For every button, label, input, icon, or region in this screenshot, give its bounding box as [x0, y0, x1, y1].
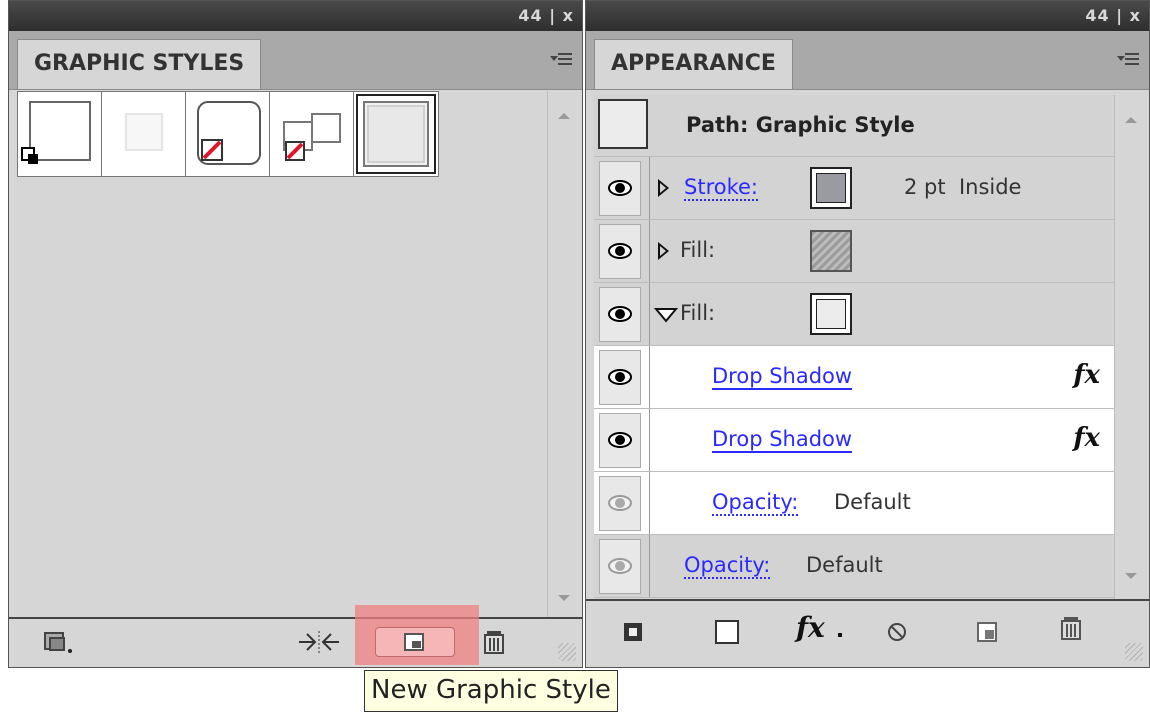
stroke-color-swatch[interactable] [810, 167, 852, 209]
resize-grip[interactable] [1125, 643, 1143, 661]
expand-triangle-inner [660, 183, 666, 193]
new-graphic-style-button[interactable] [375, 627, 455, 657]
graphic-style-swatches [17, 91, 439, 177]
new-graphic-style-tooltip: New Graphic Style [364, 670, 618, 712]
drop-shadow-row-1[interactable]: Drop Shadow fx [594, 346, 1114, 409]
panel-controls[interactable]: 44 | x [1085, 6, 1141, 25]
rounded-style-swatch[interactable] [186, 92, 270, 176]
visibility-eye-icon[interactable] [599, 224, 641, 279]
stroke-value: 2 pt Inside [904, 175, 1022, 199]
visibility-eye-icon[interactable] [599, 350, 641, 405]
column-divider [649, 472, 650, 534]
appearance-header-title: Path: Graphic Style [686, 113, 915, 137]
column-divider [649, 283, 650, 345]
fill-opacity-row[interactable]: Opacity: Default [594, 472, 1114, 535]
split-style-icon [283, 113, 341, 161]
appearance-panel: 44 | x APPEARANCE Path: Graphic Style St… [585, 0, 1150, 668]
tab-row: APPEARANCE [586, 31, 1149, 90]
scroll-up-arrow-icon[interactable] [1125, 117, 1137, 123]
fx-icon[interactable]: fx [1073, 423, 1100, 453]
column-divider [649, 220, 650, 282]
drop-shadow-link[interactable]: Drop Shadow [712, 427, 853, 453]
break-link-icon[interactable] [295, 629, 343, 655]
rounded-style-icon [197, 101, 261, 165]
object-thumbnail [598, 99, 648, 149]
stroke-row[interactable]: Stroke: 2 pt Inside [594, 157, 1114, 220]
column-divider [649, 409, 650, 471]
scroll-up-arrow-icon[interactable] [558, 113, 570, 119]
split-style-swatch[interactable] [270, 92, 354, 176]
graphic-styles-panel: 44 | x GRAPHIC STYLES [8, 0, 583, 668]
expand-triangle-inner [660, 246, 666, 256]
delete-item-trash-icon[interactable] [1056, 615, 1086, 641]
stroke-label-link[interactable]: Stroke: [684, 175, 758, 201]
panel-menu-icon[interactable] [550, 51, 572, 67]
resize-grip[interactable] [558, 643, 576, 661]
column-divider [649, 535, 650, 597]
gs-footer-toolbar [9, 605, 582, 667]
panel-controls[interactable]: 44 | x [518, 6, 574, 25]
visibility-eye-icon[interactable] [599, 476, 641, 531]
add-new-effect-button[interactable]: fx [796, 611, 846, 644]
fx-icon[interactable]: fx [1073, 360, 1100, 390]
drop-shadow-row-2[interactable]: Drop Shadow fx [594, 409, 1114, 472]
ap-footer-toolbar: fx [586, 599, 1149, 667]
collapse-triangle-icon[interactable] [654, 307, 678, 323]
opacity-value: Default [806, 553, 883, 577]
appearance-header-row: Path: Graphic Style [594, 95, 1114, 157]
delete-style-trash-icon[interactable] [479, 629, 509, 655]
shadow-style-icon [125, 113, 163, 151]
opacity-value: Default [834, 490, 911, 514]
tab-appearance[interactable]: APPEARANCE [594, 39, 793, 89]
shadow-style-swatch[interactable] [102, 92, 186, 176]
scroll-down-arrow-icon[interactable] [558, 595, 570, 601]
column-divider [649, 346, 650, 408]
add-new-stroke-icon[interactable] [618, 619, 648, 645]
fill-row-1[interactable]: Fill: [594, 220, 1114, 283]
menu-dot-icon [838, 633, 842, 637]
panel-menu-icon[interactable] [1117, 51, 1139, 67]
duplicate-item-icon[interactable] [972, 619, 1002, 645]
opacity-link[interactable]: Opacity: [684, 553, 771, 579]
add-new-fill-icon[interactable] [712, 619, 742, 645]
visibility-eye-icon[interactable] [599, 287, 641, 342]
visibility-eye-icon[interactable] [599, 413, 641, 468]
panel-titlebar: 44 | x [586, 1, 1149, 31]
panel-titlebar: 44 | x [9, 1, 582, 31]
tab-row: GRAPHIC STYLES [9, 31, 582, 90]
tab-graphic-styles[interactable]: GRAPHIC STYLES [17, 39, 262, 89]
selected-style-icon [356, 94, 436, 174]
style-libraries-menu-icon[interactable] [43, 629, 73, 655]
fill-row-2[interactable]: Fill: [594, 283, 1114, 346]
default-style-icon [21, 101, 91, 164]
opacity-link[interactable]: Opacity: [712, 490, 799, 516]
clear-appearance-icon[interactable] [882, 619, 912, 645]
fill-label: Fill: [680, 301, 716, 325]
fill-pattern-swatch[interactable] [810, 230, 852, 272]
fx-icon: fx [796, 611, 825, 644]
gs-scrollbar[interactable] [547, 91, 578, 621]
appearance-attribute-list: Path: Graphic Style Stroke: 2 pt Inside … [594, 95, 1114, 600]
fill-color-fill [816, 299, 846, 329]
drop-shadow-link[interactable]: Drop Shadow [712, 364, 853, 390]
object-opacity-row[interactable]: Opacity: Default [594, 535, 1114, 598]
visibility-eye-icon[interactable] [599, 161, 641, 216]
default-style-swatch[interactable] [18, 92, 102, 176]
stroke-color-fill [816, 173, 846, 203]
visibility-eye-icon[interactable] [599, 539, 641, 594]
selected-style-swatch[interactable] [354, 92, 438, 176]
scroll-down-arrow-icon[interactable] [1125, 573, 1137, 579]
fill-label: Fill: [680, 238, 716, 262]
column-divider [649, 157, 650, 219]
ap-scrollbar[interactable] [1114, 95, 1145, 599]
fill-color-swatch[interactable] [810, 293, 852, 335]
